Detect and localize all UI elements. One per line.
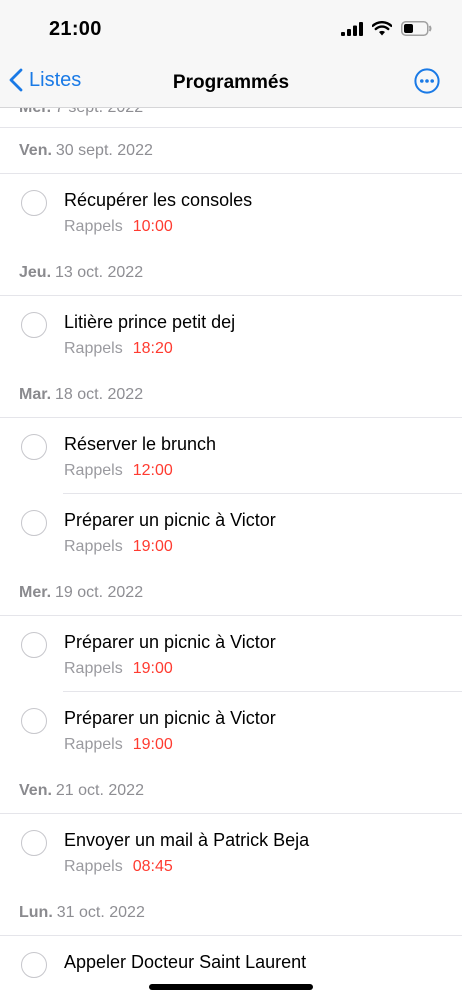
reminder-time: 08:45 [132,858,173,875]
section-day: Lun. [19,903,53,921]
section-day: Mar. [19,385,52,403]
reminder-item[interactable]: Préparer un picnic à Victor Rappels 19:00 [0,494,462,570]
reminder-time: 19:00 [132,736,173,753]
status-bar: 21:00 [0,0,462,60]
section-date: 19 oct. 2022 [55,583,144,601]
section-day: Ven. [19,141,52,159]
reminder-title[interactable]: Préparer un picnic à Victor [64,632,276,653]
complete-checkbox[interactable] [21,510,47,536]
reminder-list-name: Rappels [64,462,123,479]
section-header: Ven. 30 sept. 2022 [0,128,462,174]
section-date: 13 oct. 2022 [55,263,144,281]
section-header: Jeu. 13 oct. 2022 [0,250,462,296]
reminder-meta: Rappels 19:00 [64,736,173,754]
section-date: 31 oct. 2022 [56,903,145,921]
reminder-list-name: Rappels [64,340,123,357]
reminder-time: 19:00 [132,538,173,555]
cellular-signal-icon [341,21,363,36]
page-title: Programmés [172,72,290,93]
reminder-title[interactable]: Préparer un picnic à Victor [64,708,276,729]
complete-checkbox[interactable] [21,434,47,460]
reminder-time: 18:20 [132,340,173,357]
reminder-meta: Rappels 18:20 [64,340,173,358]
reminder-title[interactable]: Récupérer les consoles [64,190,252,211]
complete-checkbox[interactable] [21,190,47,216]
reminder-item[interactable]: Préparer un picnic à Victor Rappels 19:00 [0,616,462,692]
wifi-icon [372,21,392,36]
section-day: Jeu. [19,263,52,281]
section-header: Mer. 19 oct. 2022 [0,570,462,616]
reminder-time: 10:00 [132,218,173,235]
complete-checkbox[interactable] [21,632,47,658]
reminder-meta: Rappels 12:00 [64,462,173,480]
reminder-time: 12:00 [132,462,173,479]
section-date: 7 sept. 2022 [55,108,143,117]
section-header: Mer. 7 sept. 2022 [0,108,462,128]
reminder-meta: Rappels 19:00 [64,538,173,556]
more-options-icon[interactable] [414,68,440,94]
reminder-meta: Rappels 19:00 [64,660,173,678]
reminder-time: 19:00 [132,660,173,677]
section-day: Ven. [19,781,52,799]
section-day: Mer. [19,108,51,117]
complete-checkbox[interactable] [21,952,47,978]
reminder-item[interactable]: Récupérer les consoles Rappels 10:00 [0,174,462,250]
section-header: Mar. 18 oct. 2022 [0,372,462,418]
section-date: 21 oct. 2022 [55,781,144,799]
status-icons [341,21,432,36]
reminder-meta: Rappels 10:00 [64,218,173,236]
section-date: 30 sept. 2022 [55,141,153,159]
reminder-item[interactable]: Réserver le brunch Rappels 12:00 [0,418,462,494]
reminder-title[interactable]: Préparer un picnic à Victor [64,510,276,531]
reminder-meta: Rappels 08:45 [64,858,173,876]
complete-checkbox[interactable] [21,312,47,338]
reminder-title[interactable]: Litière prince petit dej [64,312,235,333]
reminder-list-name: Rappels [64,858,123,875]
reminder-list-name: Rappels [64,218,123,235]
reminder-list-name: Rappels [64,736,123,753]
reminder-list-name: Rappels [64,660,123,677]
home-indicator[interactable] [149,984,313,990]
section-header: Lun. 31 oct. 2022 [0,890,462,936]
section-date: 18 oct. 2022 [55,385,144,403]
reminder-list-name: Rappels [64,538,123,555]
reminder-title[interactable]: Envoyer un mail à Patrick Beja [64,830,309,851]
status-time: 21:00 [49,18,102,40]
reminder-title[interactable]: Appeler Docteur Saint Laurent [64,952,306,973]
complete-checkbox[interactable] [21,830,47,856]
battery-icon [401,21,432,36]
scheduled-list[interactable]: Mer. 7 sept. 2022 Ven. 30 sept. 2022 Réc… [0,108,462,1000]
reminder-item[interactable]: Appeler Docteur Saint Laurent [0,936,462,1000]
reminder-title[interactable]: Réserver le brunch [64,434,216,455]
reminder-item[interactable]: Envoyer un mail à Patrick Beja Rappels 08… [0,814,462,890]
section-header: Ven. 21 oct. 2022 [0,768,462,814]
reminder-item[interactable]: Préparer un picnic à Victor Rappels 19:00 [0,692,462,768]
reminder-item[interactable]: Litière prince petit dej Rappels 18:20 [0,296,462,372]
section-day: Mer. [19,583,52,601]
complete-checkbox[interactable] [21,708,47,734]
navigation-bar: Listes Programmés [0,60,462,108]
